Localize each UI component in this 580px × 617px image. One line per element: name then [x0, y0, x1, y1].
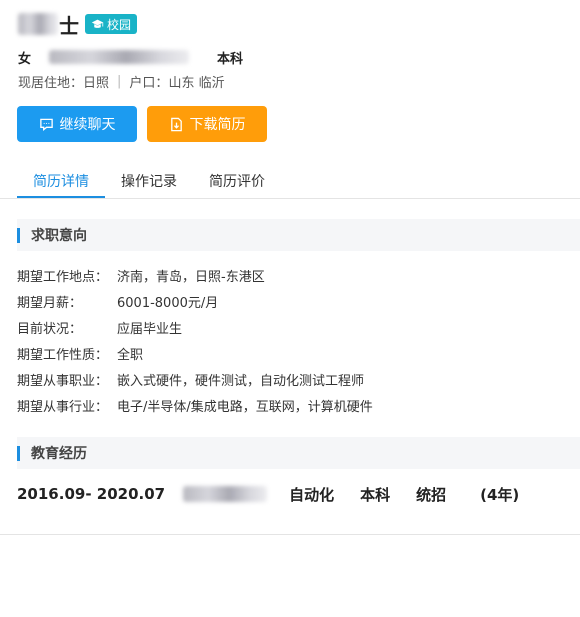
location-row: 现居住地： 日照 | 户口： 山东 临沂 [18, 72, 580, 91]
field-value: 电子/半导体/集成电路，互联网，计算机硬件 [117, 399, 373, 415]
download-resume-button[interactable]: 下载简历 [147, 106, 267, 142]
field-label: 期望从事职业： [17, 373, 109, 389]
redacted-name [18, 13, 58, 35]
tab-operation-log[interactable]: 操作记录 [105, 168, 193, 198]
education-duration: (4年) [480, 485, 520, 504]
field-current-status: 目前状况： 应届毕业生 [17, 314, 373, 340]
content-divider [0, 534, 580, 535]
education-title: 教育经历 [31, 446, 87, 462]
profile-header: 士 校园 女 本科 现居住地： 日照 | 户口： 山东 临沂 [18, 10, 580, 91]
section-accent-bar [17, 445, 20, 461]
residence-label: 现居住地： [18, 75, 84, 91]
tab-resume-evaluation[interactable]: 简历评价 [193, 168, 281, 198]
redacted-school [183, 486, 268, 502]
basic-info-row: 女 本科 [18, 48, 580, 67]
continue-chat-button[interactable]: 继续聊天 [17, 106, 137, 142]
tabs-divider [0, 198, 580, 199]
campus-badge: 校园 [85, 14, 138, 34]
field-value: 全职 [117, 347, 144, 363]
residence-value: 日照 [83, 75, 110, 91]
section-accent-bar [17, 227, 20, 243]
graduation-cap-icon [91, 19, 104, 28]
education-degree: 本科 [360, 485, 391, 504]
education-level: 本科 [217, 51, 244, 67]
field-label: 期望从事行业： [17, 399, 109, 415]
field-label: 期望工作地点： [17, 269, 109, 285]
job-intent-title: 求职意向 [31, 228, 87, 244]
field-expected-location: 期望工作地点： 济南，青岛，日照-东港区 [17, 262, 373, 288]
hukou-label: 户口： [129, 75, 169, 91]
download-resume-label: 下载简历 [189, 117, 246, 133]
field-expected-occupation: 期望从事职业： 嵌入式硬件，硬件测试，自动化测试工程师 [17, 366, 373, 392]
divider: | [117, 73, 122, 89]
name-suffix: 士 [59, 13, 79, 38]
field-label: 目前状况： [17, 321, 83, 337]
education-entry: 2016.09- 2020.07 自动化 本科 统招 (4年) [17, 484, 519, 504]
field-label: 期望月薪： [17, 295, 83, 311]
field-expected-salary: 期望月薪： 6001-8000元/月 [17, 288, 373, 314]
field-value: 嵌入式硬件，硬件测试，自动化测试工程师 [117, 373, 365, 389]
redacted-info [49, 50, 190, 64]
job-intent-fields: 期望工作地点： 济南，青岛，日照-东港区 期望月薪： 6001-8000元/月 … [17, 262, 373, 418]
field-label: 期望工作性质： [17, 347, 109, 363]
field-job-type: 期望工作性质： 全职 [17, 340, 373, 366]
field-value: 济南，青岛，日照-东港区 [117, 269, 265, 285]
education-header: 教育经历 [17, 437, 580, 469]
hukou-value: 山东 临沂 [168, 75, 225, 91]
job-intent-header: 求职意向 [17, 219, 580, 251]
name-row: 士 校园 [18, 10, 580, 38]
campus-badge-label: 校园 [107, 17, 132, 32]
chat-icon [39, 118, 53, 131]
field-value: 6001-8000元/月 [117, 295, 219, 311]
tab-resume-details[interactable]: 简历详情 [17, 168, 105, 198]
education-type: 统招 [416, 485, 447, 504]
resume-tabs: 简历详情 操作记录 简历评价 [17, 168, 580, 198]
field-expected-industry: 期望从事行业： 电子/半导体/集成电路，互联网，计算机硬件 [17, 392, 373, 418]
gender: 女 [18, 51, 32, 67]
education-period: 2016.09- 2020.07 [17, 485, 166, 503]
action-buttons: 继续聊天 下载简历 [17, 106, 267, 142]
continue-chat-label: 继续聊天 [59, 117, 116, 133]
education-major: 自动化 [289, 485, 335, 504]
download-document-icon [170, 117, 182, 131]
field-value: 应届毕业生 [117, 321, 183, 337]
